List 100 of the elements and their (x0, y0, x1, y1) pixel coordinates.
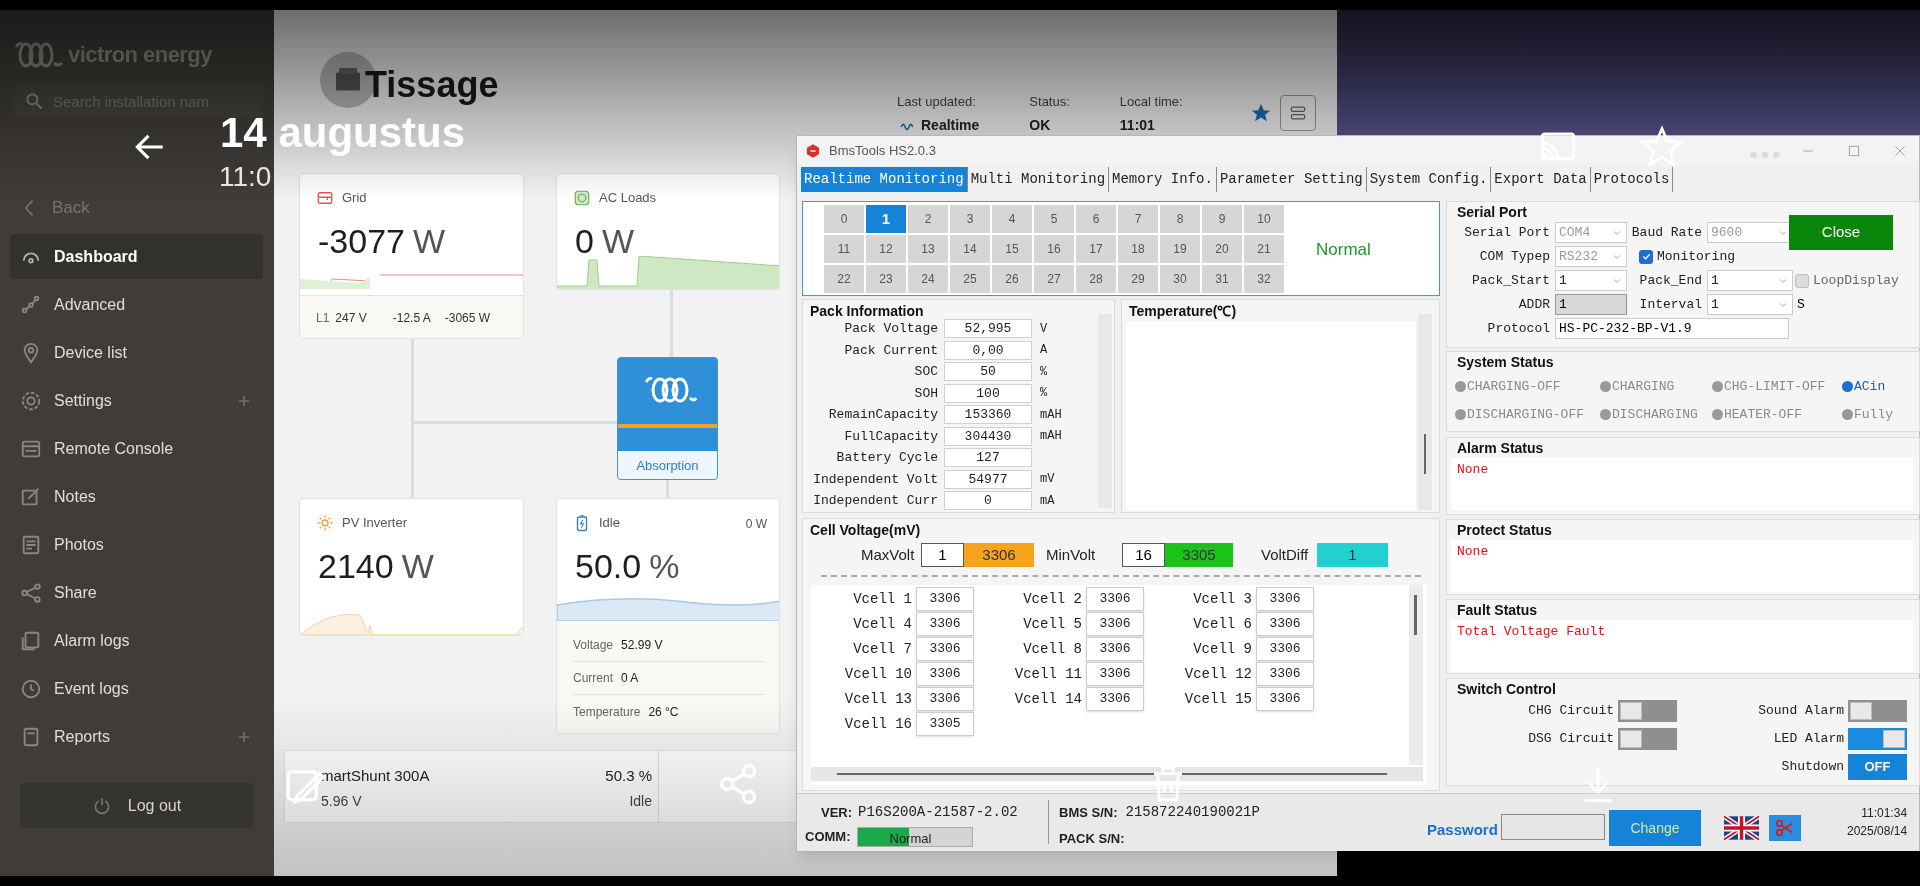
pack-button[interactable]: 3 (950, 205, 990, 233)
toggle-switch[interactable] (1618, 700, 1677, 722)
pack-button[interactable]: 24 (908, 265, 948, 293)
pack-button[interactable]: 31 (1202, 265, 1242, 293)
pack-button[interactable]: 21 (1244, 235, 1284, 263)
pack-button[interactable]: 4 (992, 205, 1032, 233)
pack-button[interactable]: 18 (1118, 235, 1158, 263)
password-field[interactable] (1501, 814, 1605, 840)
document-icon (20, 533, 42, 556)
nav-item[interactable]: Event logs (10, 666, 263, 711)
tab[interactable]: Parameter Setting (1216, 167, 1367, 192)
cell-label: Vcell 12 (1183, 664, 1253, 684)
scissors-button[interactable] (1769, 815, 1801, 841)
nav-item[interactable]: Photos (10, 522, 263, 567)
tab[interactable]: Multi Monitoring (967, 167, 1110, 192)
nav-item[interactable]: Device list (10, 330, 263, 375)
dropdown[interactable]: 1 (1555, 270, 1627, 291)
pack-button[interactable]: 14 (950, 235, 990, 263)
toggle-switch[interactable] (1618, 728, 1677, 750)
nav-item[interactable]: Notes (10, 474, 263, 519)
pack-button[interactable]: 15 (992, 235, 1032, 263)
unit-label: S (1797, 295, 1805, 314)
change-button[interactable]: Change (1609, 810, 1701, 846)
scrollbar[interactable] (1418, 314, 1432, 510)
pack-button[interactable]: 27 (1034, 265, 1074, 293)
checkbox[interactable] (1795, 273, 1809, 288)
status-label: DISCHARGING-OFF (1467, 405, 1585, 424)
status-label: CHG-LIMIT-OFF (1724, 378, 1826, 396)
maximize-icon[interactable] (1847, 144, 1861, 158)
phase-label: L1 (316, 310, 330, 327)
pack-button[interactable]: 7 (1118, 205, 1158, 233)
pack-button[interactable]: 25 (950, 265, 990, 293)
pack-button[interactable]: 11 (824, 235, 864, 263)
pack-button[interactable]: 16 (1034, 235, 1074, 263)
pack-button[interactable]: 17 (1076, 235, 1116, 263)
soc-value: 50.3 % (605, 766, 652, 786)
nav-item[interactable]: Advanced (10, 282, 263, 327)
toggle-switch[interactable] (1848, 700, 1907, 722)
toggle-switch[interactable] (1848, 728, 1907, 750)
dropdown[interactable]: RS232 (1555, 246, 1627, 267)
checkbox[interactable] (1639, 249, 1653, 264)
pack-button[interactable]: 20 (1202, 235, 1242, 263)
flag-icon[interactable] (1724, 816, 1759, 840)
scrollbar[interactable] (1409, 585, 1423, 765)
shutdown-button[interactable]: OFF (1848, 754, 1907, 780)
pack-button[interactable]: 19 (1160, 235, 1200, 263)
pack-button[interactable]: 26 (992, 265, 1032, 293)
pack-button[interactable]: 32 (1244, 265, 1284, 293)
pack-button[interactable]: 10 (1244, 205, 1284, 233)
pack-button[interactable]: 6 (1076, 205, 1116, 233)
detail-label: Temperature (573, 703, 641, 721)
field-label: Pack_End (1638, 271, 1703, 290)
nav-item[interactable]: Alarm logs (10, 618, 263, 663)
nav-item[interactable]: Reports (10, 714, 263, 759)
star-icon[interactable] (1639, 124, 1685, 170)
logout-button[interactable]: Log out (20, 783, 253, 828)
pack-button[interactable]: 22 (824, 265, 864, 293)
panel-title: Pack Information (810, 302, 924, 321)
pack-button[interactable]: 29 (1118, 265, 1158, 293)
tab[interactable]: Realtime Monitoring (801, 167, 968, 192)
tab[interactable]: Protocols (1590, 167, 1674, 192)
value-field: 3306 (1086, 612, 1144, 636)
field-label: ADDR (1517, 295, 1551, 314)
dropdown[interactable]: 1 (1707, 294, 1793, 315)
cell-label: Vcell 10 (843, 664, 913, 684)
scrollbar[interactable] (811, 767, 1423, 781)
close-button[interactable]: Close (1789, 215, 1893, 250)
value-field: 3306 (1086, 687, 1144, 711)
pack-button[interactable]: 13 (908, 235, 948, 263)
nav-item[interactable]: Settings (10, 378, 263, 423)
input-field[interactable]: HS-PC-232-BP-V1.9 (1555, 318, 1789, 339)
nav-item[interactable]: Share (10, 570, 263, 615)
field-label: Last updated: (897, 93, 977, 111)
pack-button[interactable]: 8 (1160, 205, 1200, 233)
pack-button[interactable]: 1 (866, 205, 906, 233)
detail-value: 0 A (621, 670, 639, 687)
nav-item[interactable]: Dashboard (10, 234, 263, 279)
dropdown[interactable]: COM4 (1555, 222, 1627, 243)
pack-button[interactable]: 9 (1202, 205, 1242, 233)
cell-label: Vcell 4 (852, 614, 913, 634)
dropdown[interactable]: 1 (1707, 270, 1793, 291)
pack-button[interactable]: 23 (866, 265, 906, 293)
tab[interactable]: System Config. (1366, 167, 1492, 192)
tab[interactable]: Memory Info. (1109, 167, 1217, 192)
value-field: 3306 (916, 587, 974, 611)
pack-button[interactable]: 0 (824, 205, 864, 233)
input-field[interactable]: 1 (1555, 294, 1627, 315)
close-icon[interactable] (1893, 144, 1907, 158)
sun-icon (316, 513, 334, 532)
nav-item[interactable]: Remote Console (10, 426, 263, 471)
star-icon[interactable] (1250, 102, 1272, 124)
tab[interactable]: Export Data (1491, 167, 1591, 192)
settings-icon (20, 389, 42, 412)
field-label: Serial Port (1463, 223, 1551, 242)
pack-button[interactable]: 30 (1160, 265, 1200, 293)
pack-button[interactable]: 5 (1034, 205, 1074, 233)
pack-button[interactable]: 12 (866, 235, 906, 263)
layout-button[interactable] (1280, 95, 1316, 131)
pack-button[interactable]: 2 (908, 205, 948, 233)
pack-button[interactable]: 28 (1076, 265, 1116, 293)
